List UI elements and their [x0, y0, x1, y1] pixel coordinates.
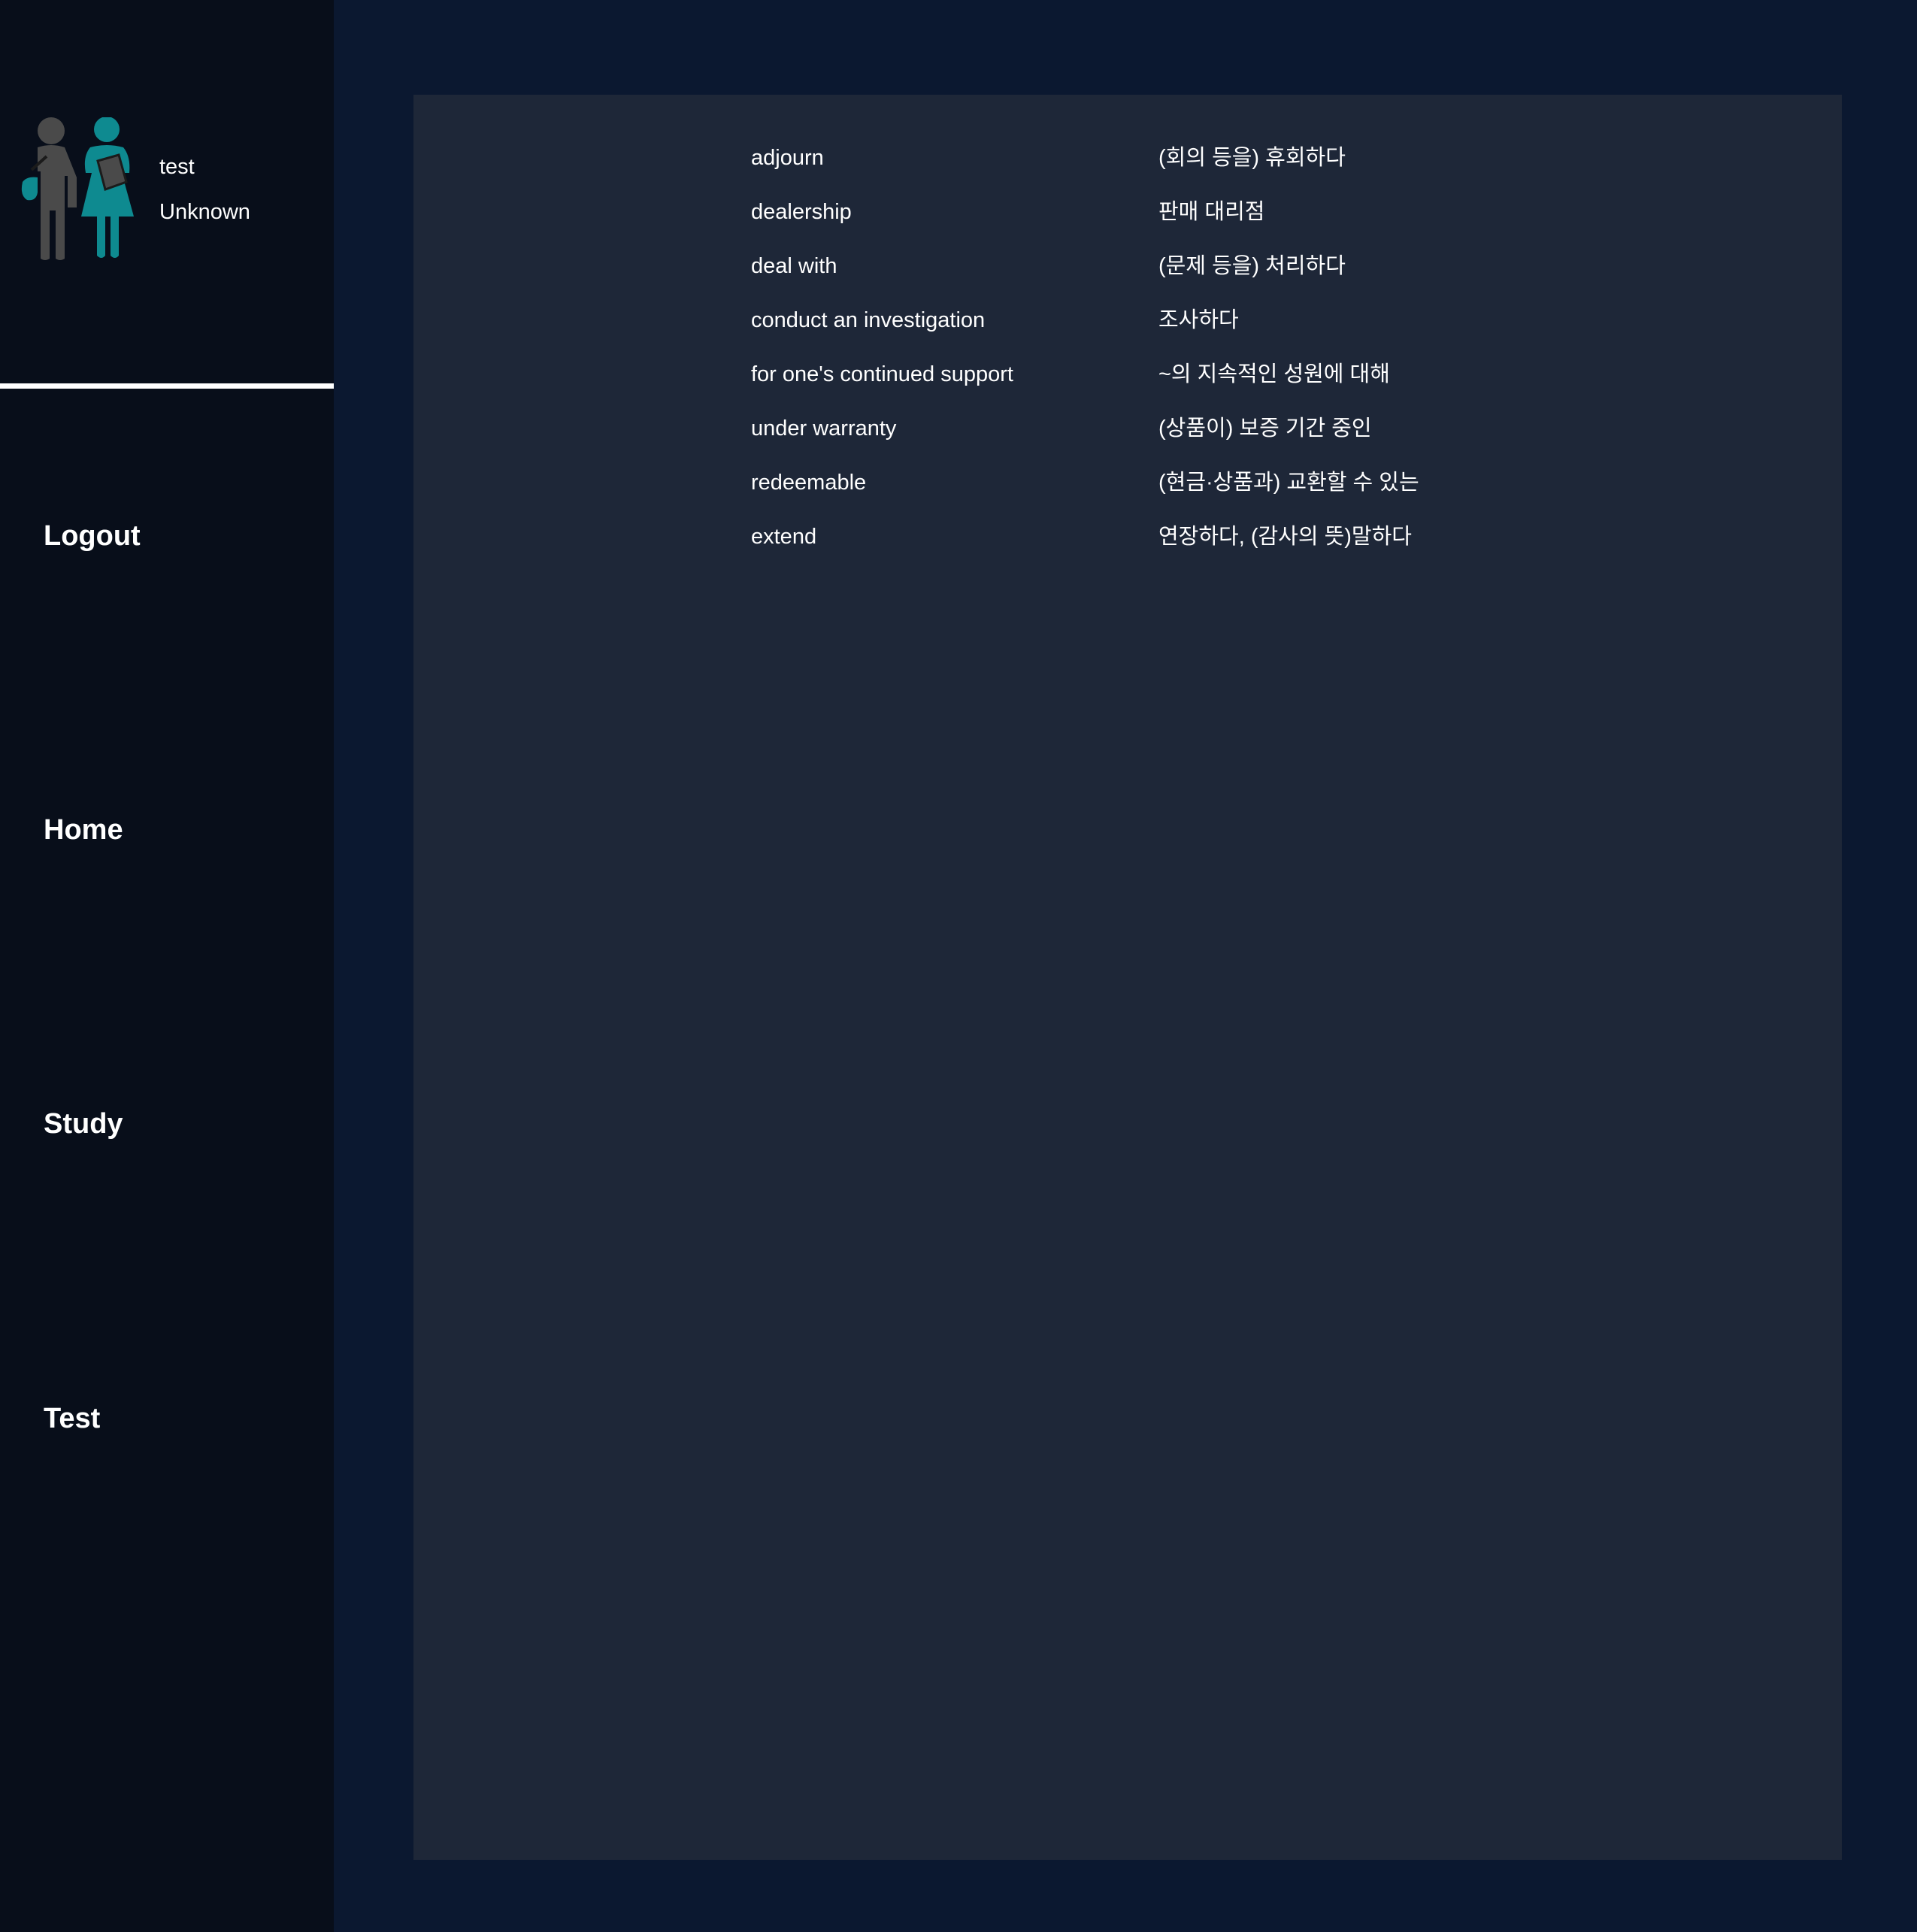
word-row: for one's continued support ~의 지속적인 성원에 …: [413, 361, 1842, 415]
word-row: adjourn (회의 등을) 휴회하다: [413, 144, 1842, 198]
word-meaning: (현금·상품과) 교환할 수 있는: [1158, 471, 1419, 495]
nav-study[interactable]: Study: [44, 1107, 123, 1141]
nav-test[interactable]: Test: [44, 1401, 100, 1436]
word-term: for one's continued support: [751, 362, 1013, 386]
word-meaning: 조사하다: [1158, 308, 1239, 332]
user-name: test: [159, 155, 195, 179]
word-term: under warranty: [751, 416, 897, 441]
word-meaning: (회의 등을) 휴회하다: [1158, 146, 1346, 170]
word-row: deal with (문제 등을) 처리하다: [413, 253, 1842, 307]
word-row: under warranty (상품이) 보증 기간 중인: [413, 415, 1842, 469]
word-term: redeemable: [751, 471, 867, 495]
user-status: Unknown: [159, 200, 250, 224]
word-row: dealership 판매 대리점: [413, 198, 1842, 253]
app-root: test Unknown Logout Home Study Test adjo…: [0, 0, 1917, 1932]
students-icon: [17, 117, 140, 262]
word-term: extend: [751, 525, 817, 549]
word-meaning: 판매 대리점: [1158, 200, 1265, 224]
word-row: redeemable (현금·상품과) 교환할 수 있는: [413, 469, 1842, 523]
word-meaning: ~의 지속적인 성원에 대해: [1158, 362, 1390, 386]
word-term: adjourn: [751, 146, 824, 170]
word-term: conduct an investigation: [751, 308, 986, 332]
word-panel: adjourn (회의 등을) 휴회하다 dealership 판매 대리점 d…: [413, 95, 1842, 1860]
word-meaning: 연장하다, (감사의 뜻)말하다: [1158, 525, 1412, 549]
user-profile: test Unknown: [0, 0, 334, 383]
sidebar: test Unknown Logout Home Study Test: [0, 0, 334, 1932]
word-row: conduct an investigation 조사하다: [413, 307, 1842, 361]
word-term: dealership: [751, 200, 852, 224]
word-meaning: (상품이) 보증 기간 중인: [1158, 416, 1372, 441]
word-meaning: (문제 등을) 처리하다: [1158, 254, 1346, 278]
sidebar-divider: [0, 383, 334, 389]
nav-home[interactable]: Home: [44, 813, 123, 847]
word-term: deal with: [751, 254, 837, 278]
nav-logout[interactable]: Logout: [44, 519, 141, 553]
word-row: extend 연장하다, (감사의 뜻)말하다: [413, 523, 1842, 577]
